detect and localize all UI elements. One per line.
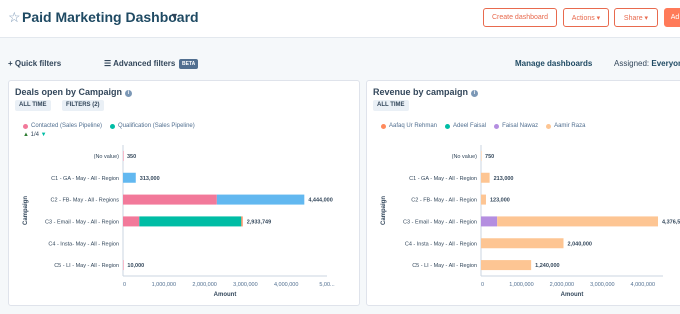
data-label: 350 <box>127 154 136 160</box>
x-axis-title: Amount <box>214 292 237 298</box>
data-label: 2,933,749 <box>247 219 271 225</box>
revenue-bar-chart: 0 1,000,000 2,000,000 3,000,000 4,000,000 Amo… <box>381 145 680 298</box>
plus-icon: + <box>8 59 13 68</box>
bar-segment <box>241 216 243 227</box>
x-tick-label: 4,000,000 <box>274 282 298 288</box>
bar-segment <box>481 260 532 271</box>
x-tick-label: 2,000,000 <box>192 282 216 288</box>
bar-segment <box>123 172 136 183</box>
revenue-by-campaign-card: Revenue by campaign i ALL TIME Aafaq Ur R… <box>366 80 680 306</box>
bar-segment <box>481 150 482 161</box>
x-axis-title: Amount <box>561 292 584 298</box>
data-label: 123,000 <box>490 198 510 204</box>
add-report-button[interactable]: Ad <box>664 8 680 27</box>
actions-button[interactable]: Actions ▾ <box>563 8 609 27</box>
bar-segment <box>139 216 242 227</box>
x-tick-label: 2,000,000 <box>550 282 574 288</box>
data-label: 213,000 <box>494 176 514 182</box>
y-axis-title: Campaign <box>381 196 387 225</box>
manage-dashboards-link[interactable]: Manage dashboards <box>515 59 592 68</box>
share-button[interactable]: Share ▾ <box>614 8 658 27</box>
bar-segment <box>481 194 486 205</box>
data-label: 10,000 <box>127 263 144 269</box>
category-label: C4 - Insta- May - All - Region <box>48 241 119 247</box>
category-label: C1 - GA - May - All - Region <box>409 176 477 182</box>
data-label: 313,000 <box>140 176 160 182</box>
bar-segment <box>123 194 217 205</box>
assigned-filter[interactable]: Assigned: Everyone <box>614 59 680 68</box>
x-tick-label: 1,000,000 <box>152 282 176 288</box>
deals-by-campaign-card: Deals open by Campaign i ALL TIME FILTERS… <box>8 80 360 306</box>
data-label: 2,040,000 <box>568 241 592 247</box>
bar-segment <box>497 216 659 227</box>
data-label: 1,240,000 <box>535 263 559 269</box>
bar-segment <box>216 194 305 205</box>
bar-segment <box>123 216 140 227</box>
category-label: C5 - LI - May - All - Region <box>54 263 119 269</box>
category-label: C1 - GA - May - All - Region <box>51 176 119 182</box>
dashboard-switcher-chevron-down-icon[interactable]: ▼ <box>170 11 179 21</box>
filter-bar: + Quick filters ☰ Advanced filters BETA … <box>0 38 680 80</box>
y-axis-title: Campaign <box>23 196 29 225</box>
category-label: (No value) <box>452 154 478 160</box>
beta-badge: BETA <box>179 59 199 69</box>
x-tick-label: 1,000,000 <box>509 282 533 288</box>
dashboard-header: ☆ Paid Marketing Dashboard ▼ Create dash… <box>0 0 680 38</box>
data-label: 750 <box>485 154 494 160</box>
data-label: 4,444,000 <box>308 198 332 204</box>
category-label: C5 - LI - May - All - Region <box>412 263 477 269</box>
x-tick-label: 0 <box>481 282 484 288</box>
quick-filters-button[interactable]: + Quick filters <box>8 59 61 68</box>
x-tick-label: 0 <box>123 282 126 288</box>
bar-segment <box>123 260 124 271</box>
filter-lines-icon: ☰ <box>104 59 112 68</box>
x-tick-label: 4,000,000 <box>631 282 655 288</box>
assigned-value: Everyone <box>651 59 680 68</box>
category-label: C2 - FB- May - All - Regions <box>51 198 120 204</box>
favorite-star-icon[interactable]: ☆ <box>8 9 21 26</box>
category-label: C4 - Insta - May - All - Region <box>405 241 477 247</box>
bar-segment <box>481 238 564 249</box>
bar-segment <box>481 172 490 183</box>
x-tick-label: 3,000,000 <box>233 282 257 288</box>
deals-bar-chart: 0 1,000,000 2,000,000 3,000,000 4,000,000 5,0… <box>23 145 335 298</box>
create-dashboard-button[interactable]: Create dashboard <box>483 8 557 27</box>
category-label: C3 - Email - May - All - Region <box>45 219 119 225</box>
x-tick-label: 5,00... <box>319 282 335 288</box>
category-label: (No value) <box>94 154 120 160</box>
bar-segment <box>123 150 124 161</box>
bar-segment <box>481 216 498 227</box>
x-tick-label: 3,000,000 <box>590 282 614 288</box>
data-label: 4,376,50 <box>662 219 680 225</box>
category-label: C3 - Email - May - All - Region <box>403 219 477 225</box>
advanced-filters-button[interactable]: ☰ Advanced filters <box>104 59 175 68</box>
category-label: C2 - FB- May - All - Region <box>411 198 477 204</box>
